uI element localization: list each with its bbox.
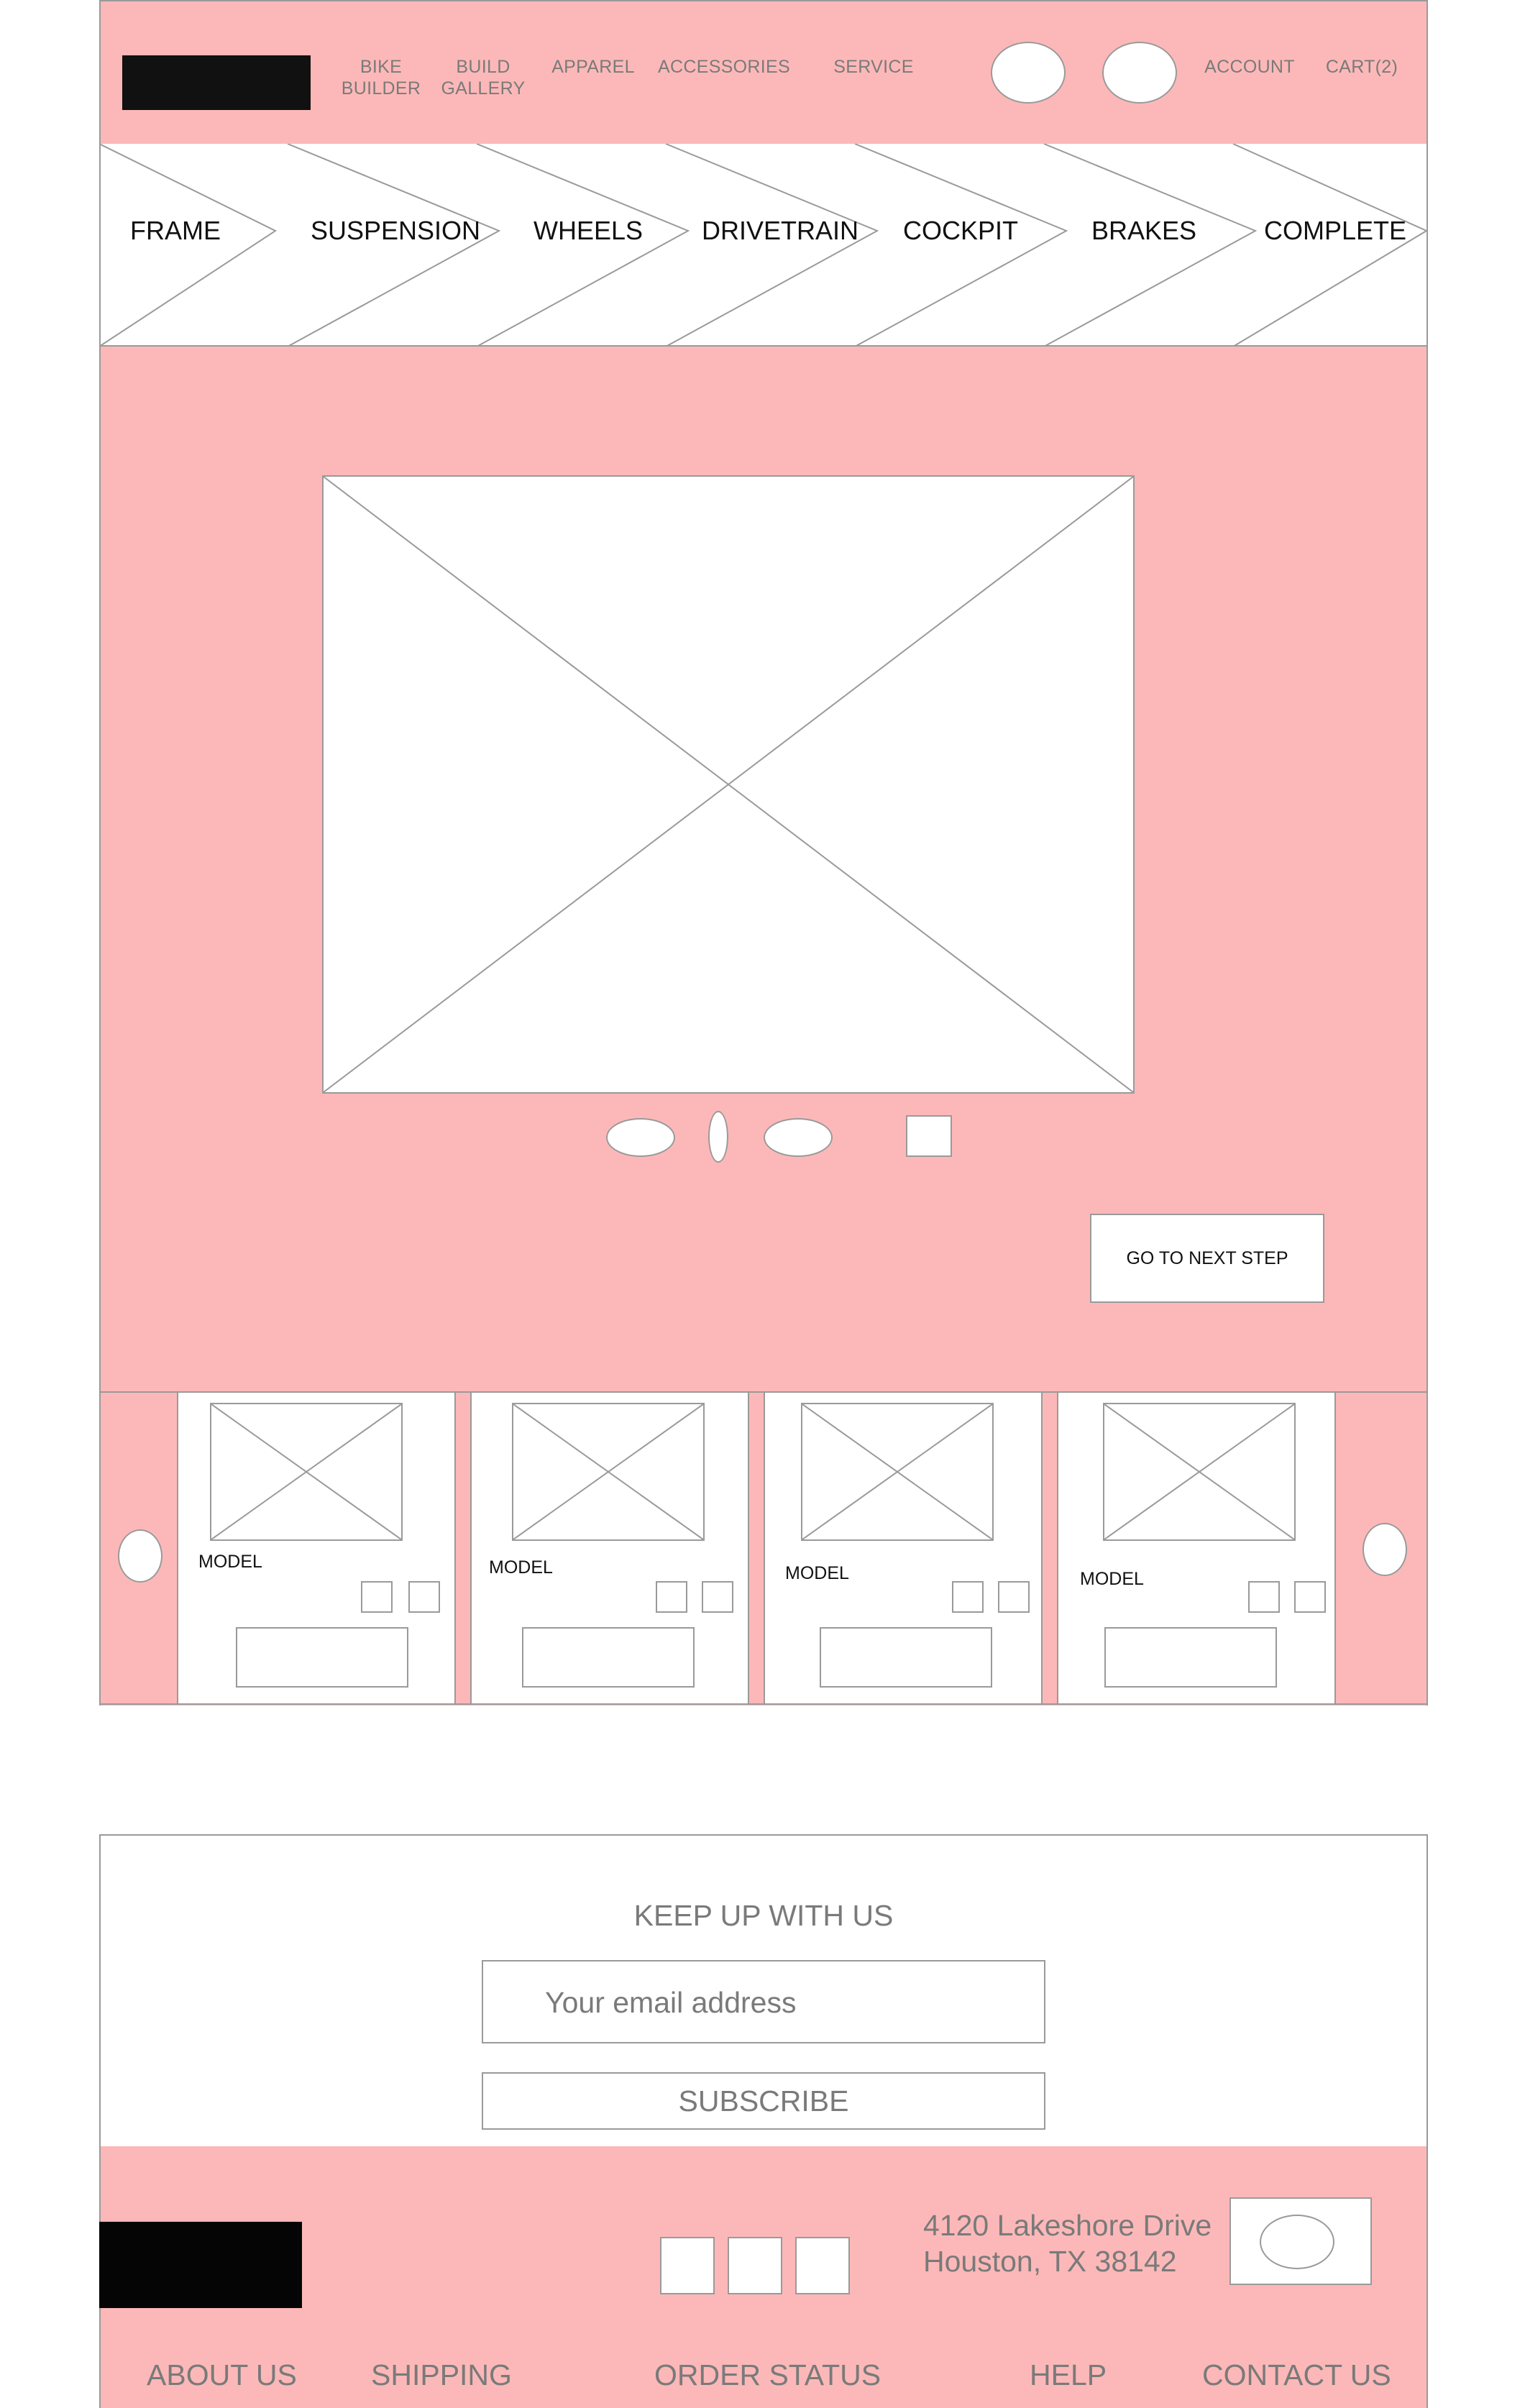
product-card[interactable]: MODEL: [764, 1391, 1043, 1705]
nav-service-label: SERVICE: [833, 57, 914, 77]
footer-link-shipping[interactable]: SHIPPING: [371, 2358, 512, 2392]
nav-bike-builder-line2: BUILDER: [341, 78, 421, 99]
view-rear-control[interactable]: [764, 1118, 833, 1157]
carousel-prev-arrow-icon[interactable]: [118, 1529, 162, 1583]
footer-address: 4120 Lakeshore Drive Houston, TX 38142: [923, 2207, 1212, 2279]
select-product-button[interactable]: [820, 1627, 992, 1688]
nav-build-gallery[interactable]: BUILD GALLERY: [440, 56, 526, 99]
step-progress-bar: [99, 144, 1428, 347]
step-brakes[interactable]: BRAKES: [1091, 216, 1196, 245]
step-wheels[interactable]: WHEELS: [533, 216, 643, 245]
color-option-2[interactable]: [408, 1581, 440, 1613]
nav-bike-builder-line1: BIKE: [360, 57, 403, 77]
step-cockpit[interactable]: COCKPIT: [903, 216, 1018, 245]
step-drivetrain[interactable]: DRIVETRAIN: [702, 216, 858, 245]
payment-badge: [1229, 2197, 1372, 2285]
product-image: [210, 1403, 403, 1541]
footer-link-contact-us[interactable]: CONTACT US: [1202, 2358, 1391, 2392]
view-front-control[interactable]: [708, 1111, 728, 1163]
select-product-button[interactable]: [522, 1627, 695, 1688]
nav-build-gallery-line1: BUILD: [456, 57, 510, 77]
step-complete[interactable]: COMPLETE: [1264, 216, 1406, 245]
image-placeholder-icon: [324, 477, 1133, 1092]
product-card[interactable]: MODEL: [1057, 1391, 1336, 1705]
nav-bike-builder[interactable]: BIKE BUILDER: [338, 56, 424, 99]
color-option-1[interactable]: [361, 1581, 393, 1613]
footer-link-about-us[interactable]: ABOUT US: [147, 2358, 297, 2392]
logo-block[interactable]: [122, 55, 311, 110]
social-icon[interactable]: [795, 2237, 850, 2294]
account-link[interactable]: ACCOUNT: [1199, 56, 1300, 78]
color-option-1[interactable]: [656, 1581, 687, 1613]
payment-badge-icon: [1260, 2215, 1334, 2269]
color-option-1[interactable]: [952, 1581, 984, 1613]
step-frame[interactable]: FRAME: [130, 216, 221, 245]
product-image: [801, 1403, 994, 1541]
step-suspension[interactable]: SUSPENSION: [311, 216, 480, 245]
step-chevrons: [99, 144, 1428, 347]
select-product-button[interactable]: [1104, 1627, 1277, 1688]
cart-link[interactable]: CART(2): [1320, 56, 1403, 78]
nav-accessories[interactable]: ACCESSORIES: [656, 56, 792, 78]
nav-apparel-label: APPAREL: [551, 57, 635, 77]
subscribe-button[interactable]: SUBSCRIBE: [482, 2072, 1045, 2130]
product-model: MODEL: [198, 1552, 262, 1572]
footer-link-order-status[interactable]: ORDER STATUS: [654, 2358, 881, 2392]
image-placeholder-icon: [1104, 1404, 1294, 1539]
color-option-2[interactable]: [998, 1581, 1030, 1613]
subscribe-label: SUBSCRIBE: [678, 2084, 849, 2118]
product-card[interactable]: MODEL: [177, 1391, 456, 1705]
view-side-control[interactable]: [606, 1118, 675, 1157]
select-product-button[interactable]: [236, 1627, 408, 1688]
image-placeholder-icon: [513, 1404, 703, 1539]
user-icon[interactable]: [1102, 42, 1177, 104]
nav-accessories-label: ACCESSORIES: [658, 57, 790, 77]
social-icon[interactable]: [660, 2237, 715, 2294]
nav-service[interactable]: SERVICE: [827, 56, 920, 78]
footer-logo-block[interactable]: [99, 2222, 302, 2308]
product-model: MODEL: [489, 1557, 553, 1578]
bike-preview-image: [322, 475, 1135, 1094]
search-icon[interactable]: [991, 42, 1066, 104]
color-option-2[interactable]: [1294, 1581, 1326, 1613]
image-placeholder-icon: [211, 1404, 401, 1539]
product-card[interactable]: MODEL: [470, 1391, 749, 1705]
nav-build-gallery-line2: GALLERY: [441, 78, 526, 99]
address-line-2: Houston, TX 38142: [923, 2245, 1177, 2278]
product-model: MODEL: [785, 1563, 849, 1583]
nav-apparel[interactable]: APPAREL: [546, 56, 640, 78]
carousel-next-arrow-icon[interactable]: [1363, 1523, 1407, 1576]
go-to-next-step-button[interactable]: GO TO NEXT STEP: [1090, 1214, 1324, 1303]
footer-link-help[interactable]: HELP: [1030, 2358, 1107, 2392]
email-field-placeholder: Your email address: [545, 1986, 797, 2019]
social-icon[interactable]: [728, 2237, 782, 2294]
color-option-1[interactable]: [1248, 1581, 1280, 1613]
product-model: MODEL: [1080, 1569, 1144, 1589]
newsletter-heading: KEEP UP WITH US: [633, 1899, 894, 1932]
email-field[interactable]: Your email address: [482, 1960, 1045, 2043]
product-image: [1103, 1403, 1296, 1541]
address-line-1: 4120 Lakeshore Drive: [923, 2209, 1212, 2242]
go-to-next-step-label: GO TO NEXT STEP: [1126, 1248, 1288, 1268]
color-option-2[interactable]: [702, 1581, 733, 1613]
product-image: [512, 1403, 705, 1541]
image-placeholder-icon: [802, 1404, 992, 1539]
fullscreen-icon[interactable]: [906, 1115, 952, 1157]
